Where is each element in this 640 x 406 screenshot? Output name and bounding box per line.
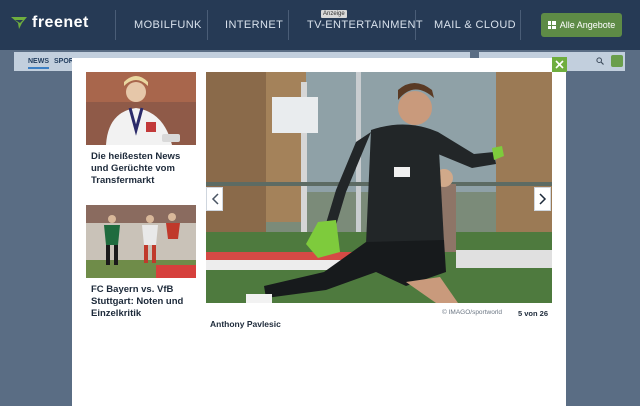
subnav-item-news[interactable]: NEWS <box>28 58 49 69</box>
related-article-card[interactable]: FC Bayern vs. VfB Stuttgart: Noten und E… <box>86 205 196 320</box>
chevron-right-icon <box>538 193 546 205</box>
related-article-card[interactable]: Die heißesten News und Gerüchte vom Tran… <box>86 72 196 187</box>
close-icon <box>555 60 564 69</box>
top-navigation-bar: freenet MOBILFUNK INTERNET Anzeige TV-EN… <box>0 0 640 50</box>
grid-icon <box>547 21 556 29</box>
nav-separator <box>520 10 521 40</box>
photo-caption: Anthony Pavlesic <box>210 319 281 329</box>
nav-item-mail-cloud[interactable]: MAIL & CLOUD <box>434 19 516 31</box>
related-article-title[interactable]: Die heißesten News und Gerüchte vom Tran… <box>86 151 196 187</box>
freenet-logo[interactable]: freenet <box>10 14 89 32</box>
next-image-button[interactable] <box>534 187 551 211</box>
search-icon[interactable] <box>596 57 604 65</box>
nav-separator <box>115 10 116 40</box>
photo-credit: © IMAGO/sportworld <box>442 309 503 316</box>
related-article-title[interactable]: FC Bayern vs. VfB Stuttgart: Noten und E… <box>86 284 196 320</box>
close-button[interactable] <box>552 57 567 72</box>
image-counter: 5 von 26 <box>518 309 549 318</box>
nav-separator <box>415 10 416 40</box>
nav-separator <box>288 10 289 40</box>
all-offers-button[interactable]: Alle Angebote <box>541 13 622 37</box>
nav-item-internet[interactable]: INTERNET <box>225 19 283 31</box>
nav-item-mobilfunk[interactable]: MOBILFUNK <box>134 19 202 31</box>
related-article-image[interactable] <box>86 205 196 278</box>
nav-separator <box>207 10 208 40</box>
chevron-left-icon <box>211 193 219 205</box>
ad-badge: Anzeige <box>321 10 347 18</box>
search-submit-button[interactable] <box>611 55 623 67</box>
freenet-logo-icon <box>11 17 27 29</box>
all-offers-label: Alle Angebote <box>559 20 616 30</box>
logo-text: freenet <box>32 14 89 31</box>
related-article-image[interactable] <box>86 72 196 145</box>
nav-item-tv-entertainment[interactable]: TV-ENTERTAINMENT <box>307 19 423 31</box>
subnav-item-sport[interactable]: SPOR <box>54 58 74 65</box>
gallery-main-photo <box>206 72 552 303</box>
previous-image-button[interactable] <box>206 187 223 211</box>
